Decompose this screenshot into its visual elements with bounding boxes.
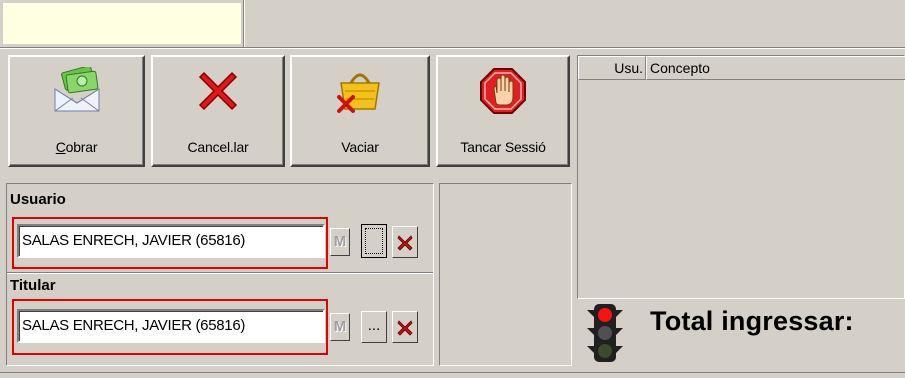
- bottom-divider: [0, 372, 905, 373]
- cancelar-button[interactable]: Cancel.lar: [151, 55, 285, 167]
- group-divider-light: [7, 273, 433, 274]
- middle-panel: [439, 183, 572, 366]
- tancar-sessio-button[interactable]: Tancar Sessió: [436, 55, 570, 167]
- vaciar-label: Vaciar: [341, 139, 379, 155]
- grid-col-concepto[interactable]: Concepto: [646, 56, 905, 80]
- empty-basket-icon: [335, 67, 385, 118]
- strip-divider: [243, 0, 245, 48]
- info-field: [3, 3, 241, 44]
- titular-label: Titular: [10, 277, 56, 294]
- usuario-clear-button[interactable]: [392, 226, 418, 258]
- titular-clear-button[interactable]: [392, 311, 418, 343]
- titular-m-button[interactable]: M: [330, 313, 350, 341]
- red-x-icon: [196, 67, 240, 114]
- usuario-label: Usuario: [10, 191, 66, 208]
- vaciar-button[interactable]: Vaciar: [290, 55, 430, 167]
- concepts-grid[interactable]: Usu. Concepto: [577, 55, 905, 299]
- cobrar-label: Cobrar: [55, 139, 98, 155]
- tancar-sessio-label: Tancar Sessió: [460, 139, 546, 155]
- top-divider-light: [0, 48, 905, 49]
- red-x-icon: [397, 320, 413, 336]
- titular-search-button[interactable]: ...: [361, 311, 387, 343]
- red-x-icon: [397, 235, 413, 251]
- usuario-m-button[interactable]: M: [330, 228, 350, 256]
- envelope-money-icon: [49, 65, 105, 118]
- usuario-highlight-box: [12, 217, 328, 269]
- titular-highlight-box: [12, 299, 328, 355]
- cancelar-label: Cancel.lar: [187, 139, 249, 155]
- cobrar-button[interactable]: Cobrar: [8, 55, 145, 167]
- total-ingressar-label: Total ingressar:: [650, 306, 854, 336]
- traffic-light-icon: [583, 302, 627, 367]
- grid-col-usu[interactable]: Usu.: [578, 56, 646, 80]
- usuario-search-button[interactable]: [361, 224, 387, 258]
- stop-hand-icon: [479, 67, 527, 118]
